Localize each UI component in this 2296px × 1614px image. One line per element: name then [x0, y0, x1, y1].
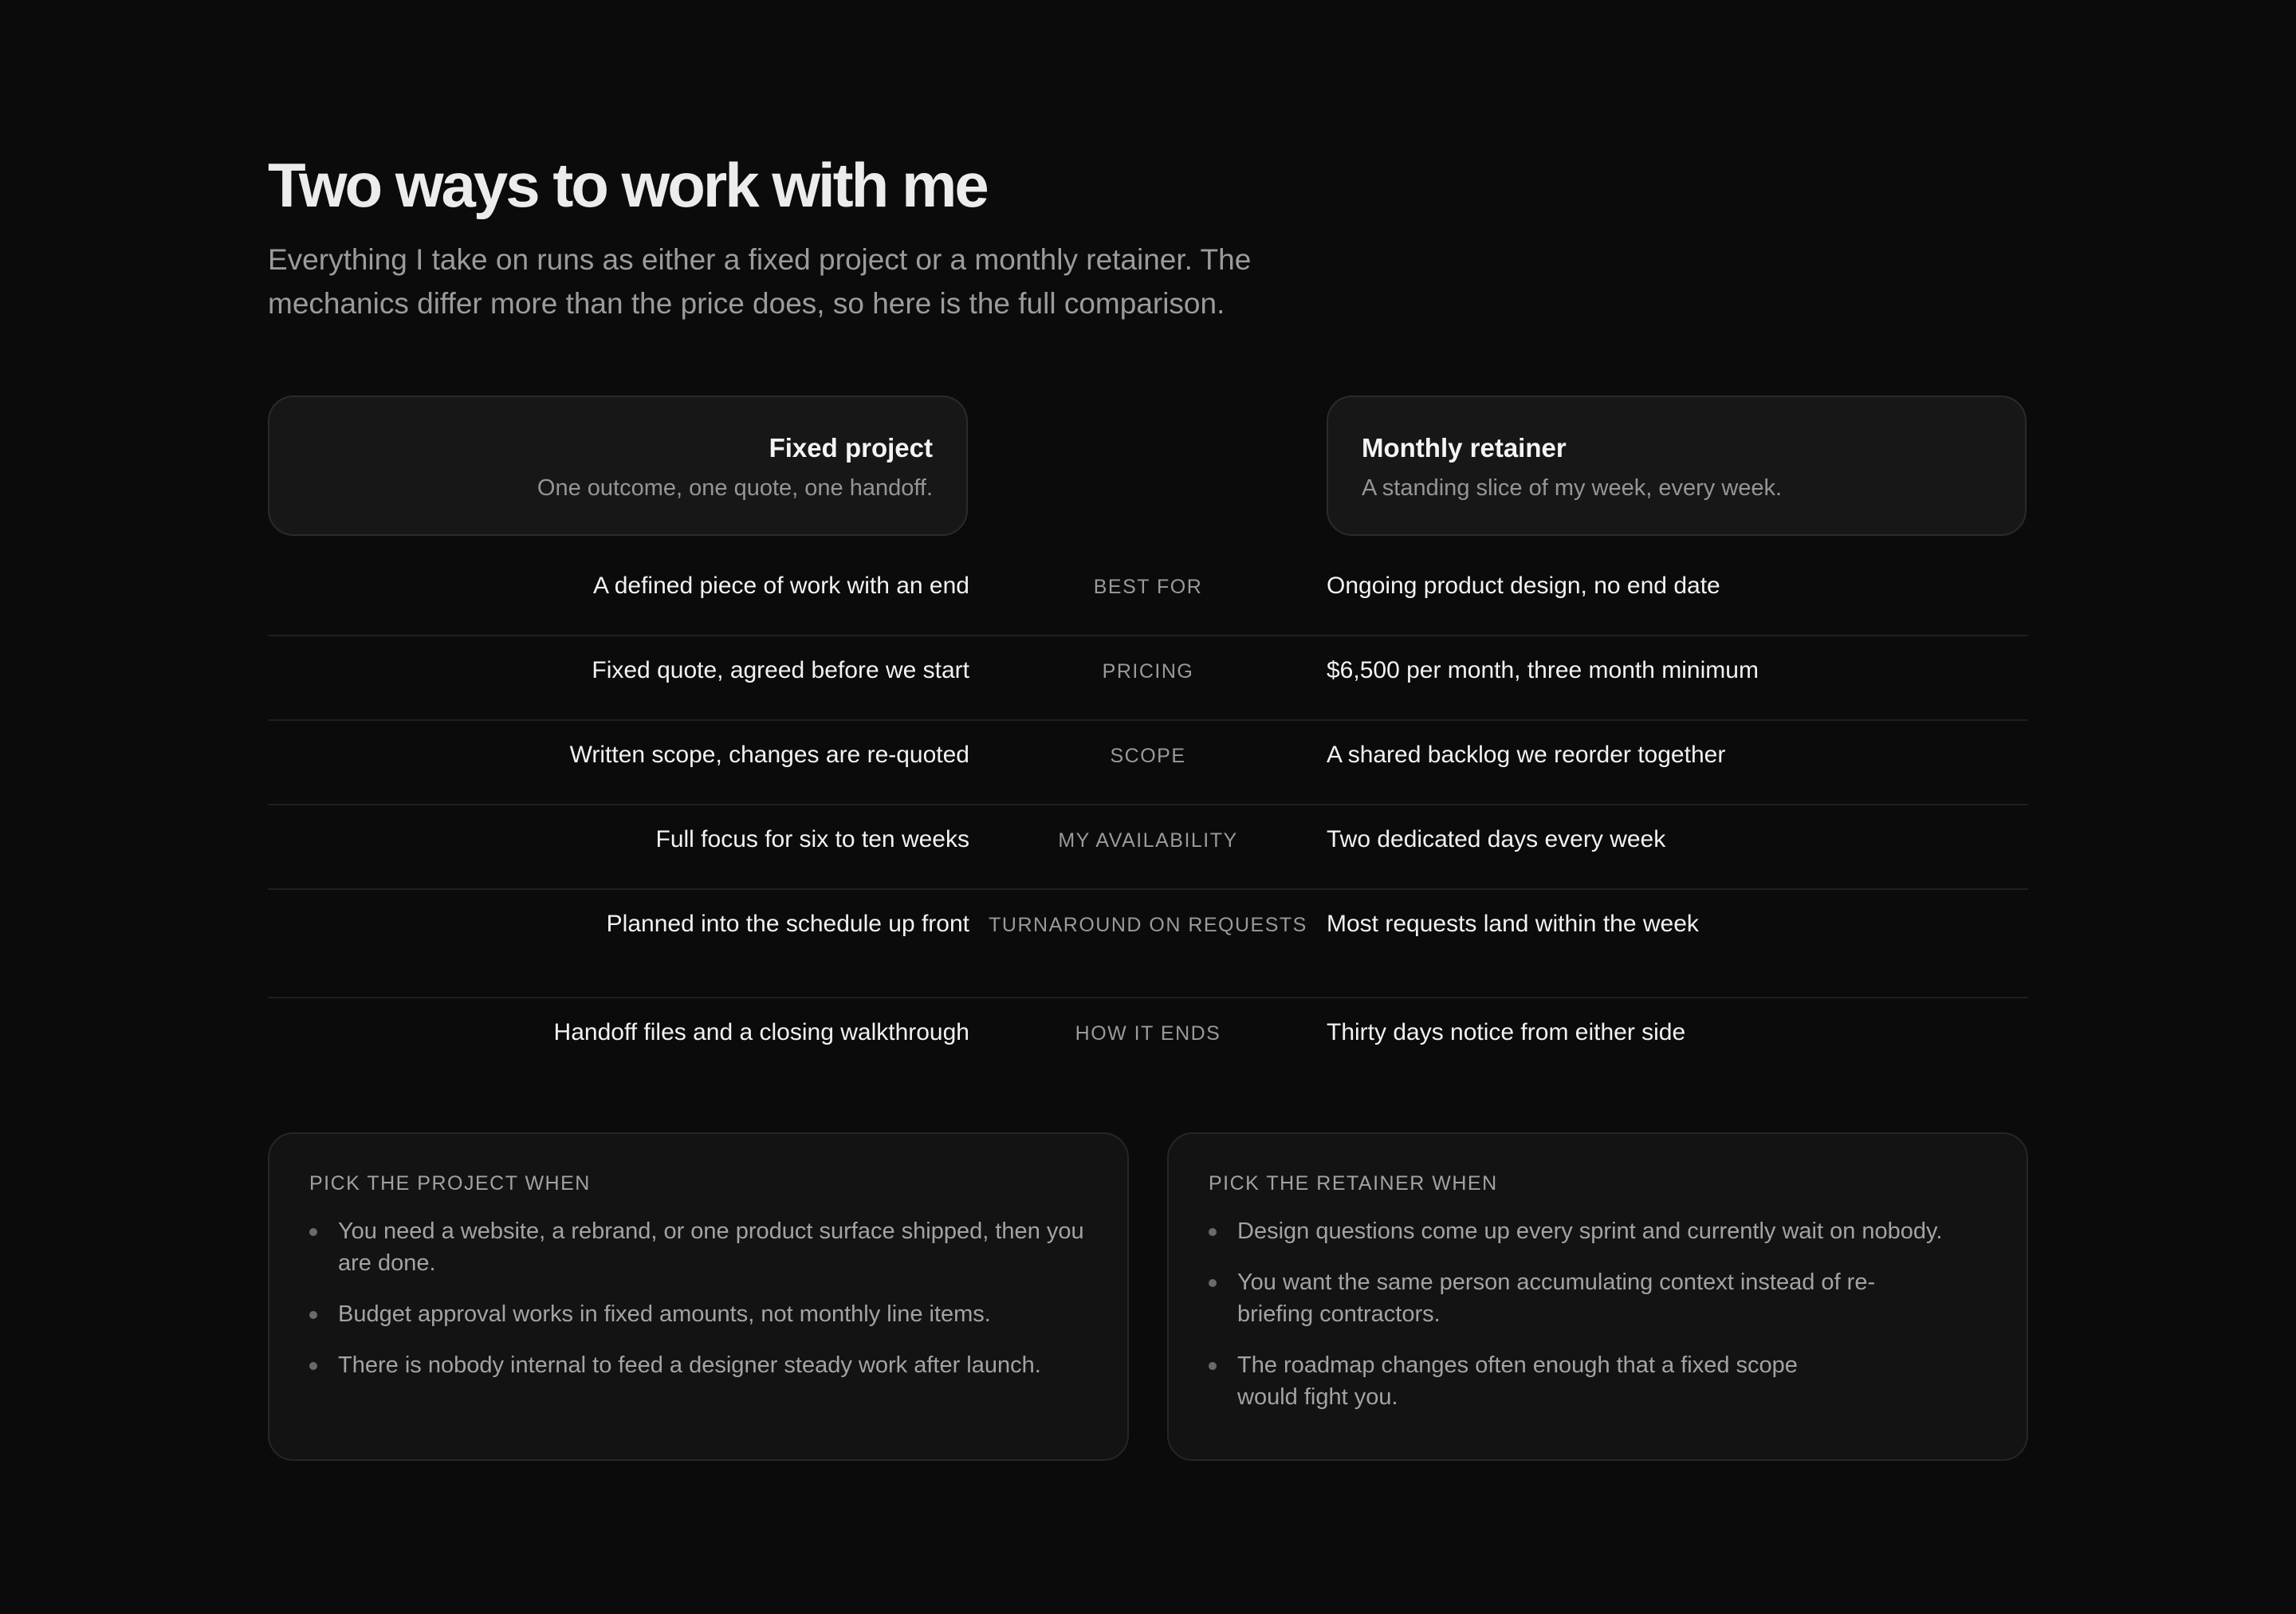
plan-name-fixed-project: Fixed project — [769, 433, 933, 463]
retainer-guidance-card: PICK THE RETAINER WHEN Design questions … — [1167, 1132, 2028, 1461]
retainer-value: Thirty days notice from either side — [1327, 1019, 1686, 1045]
retainer-value: A shared backlog we reorder together — [1327, 742, 1726, 768]
list-item: Design questions come up every sprint an… — [1209, 1215, 1988, 1247]
bullet-dot-icon — [309, 1362, 317, 1370]
retainer-value: Ongoing product design, no end date — [1327, 573, 1720, 599]
row-label: HOW IT ENDS — [1075, 1022, 1221, 1045]
intro-text: Everything I take on runs as either a fi… — [268, 243, 1252, 320]
list-item: You want the same person accumulating co… — [1209, 1266, 1988, 1330]
row-label: TURNAROUND ON REQUESTS — [989, 914, 1307, 936]
plan-headers: Fixed project One outcome, one quote, on… — [268, 396, 2028, 539]
comparison-row: Fixed quote, agreed before we start PRIC… — [268, 636, 2028, 721]
project-guidance-card: PICK THE PROJECT WHEN You need a website… — [268, 1132, 1129, 1461]
comparison-row: Planned into the schedule up front TURNA… — [268, 890, 2028, 998]
comparison-row: Full focus for six to ten weeks MY AVAIL… — [268, 805, 2028, 890]
list-item-text: You want the same person accumulating co… — [1237, 1270, 1876, 1327]
list-item: The roadmap changes often enough that a … — [1209, 1349, 1988, 1413]
retainer-guidance-list: Design questions come up every sprint an… — [1209, 1215, 1988, 1413]
page-title: Two ways to work with me — [268, 150, 989, 220]
comparison-row: A defined piece of work with an end BEST… — [268, 552, 2028, 636]
project-value: Written scope, changes are re-quoted — [569, 742, 969, 768]
comparison-table: A defined piece of work with an end BEST… — [268, 552, 2028, 1083]
comparison-row: Written scope, changes are re-quoted SCO… — [268, 721, 2028, 805]
list-item-text: Design questions come up every sprint an… — [1237, 1218, 1943, 1244]
plan-description-monthly-retainer: A standing slice of my week, every week. — [1362, 475, 1783, 501]
project-value: Handoff files and a closing walkthrough — [553, 1019, 969, 1045]
plan-card-monthly-retainer: Monthly retainer A standing slice of my … — [1327, 396, 2027, 536]
page: Two ways to work with me Everything I ta… — [0, 0, 2296, 1614]
project-guidance-list: You need a website, a rebrand, or one pr… — [309, 1215, 1089, 1381]
row-label: BEST FOR — [1093, 576, 1203, 598]
project-value: A defined piece of work with an end — [593, 573, 969, 599]
retainer-value: $6,500 per month, three month minimum — [1327, 657, 1759, 683]
pricing-section: Two ways to work with me Everything I ta… — [268, 148, 2028, 1461]
row-label: SCOPE — [1110, 745, 1186, 767]
row-label: MY AVAILABILITY — [1058, 829, 1238, 852]
project-value: Planned into the schedule up front — [606, 911, 969, 937]
plan-card-fixed-project: Fixed project One outcome, one quote, on… — [268, 396, 968, 536]
bullet-dot-icon — [1209, 1279, 1217, 1287]
project-value: Fixed quote, agreed before we start — [592, 657, 969, 683]
bullet-dot-icon — [1209, 1228, 1217, 1236]
list-item: Budget approval works in fixed amounts, … — [309, 1298, 1089, 1330]
project-guidance-heading: PICK THE PROJECT WHEN — [309, 1172, 591, 1195]
list-item-text: You need a website, a rebrand, or one pr… — [338, 1218, 1084, 1276]
retainer-guidance-heading: PICK THE RETAINER WHEN — [1209, 1172, 1498, 1195]
retainer-value: Most requests land within the week — [1327, 911, 1699, 937]
row-label: PRICING — [1102, 660, 1194, 683]
list-item: You need a website, a rebrand, or one pr… — [309, 1215, 1089, 1279]
list-item-text: The roadmap changes often enough that a … — [1237, 1352, 1798, 1410]
bullet-dot-icon — [309, 1228, 317, 1236]
project-value: Full focus for six to ten weeks — [655, 826, 970, 852]
retainer-value: Two dedicated days every week — [1327, 826, 1666, 852]
list-item-text: Budget approval works in fixed amounts, … — [338, 1301, 991, 1327]
plan-description-fixed-project: One outcome, one quote, one handoff. — [537, 475, 933, 501]
list-item: There is nobody internal to feed a desig… — [309, 1349, 1089, 1381]
bullet-dot-icon — [309, 1311, 317, 1319]
plan-name-monthly-retainer: Monthly retainer — [1362, 433, 1567, 463]
list-item-text: There is nobody internal to feed a desig… — [338, 1352, 1041, 1378]
comparison-row: Handoff files and a closing walkthrough … — [268, 998, 2028, 1083]
bullet-dot-icon — [1209, 1362, 1217, 1370]
